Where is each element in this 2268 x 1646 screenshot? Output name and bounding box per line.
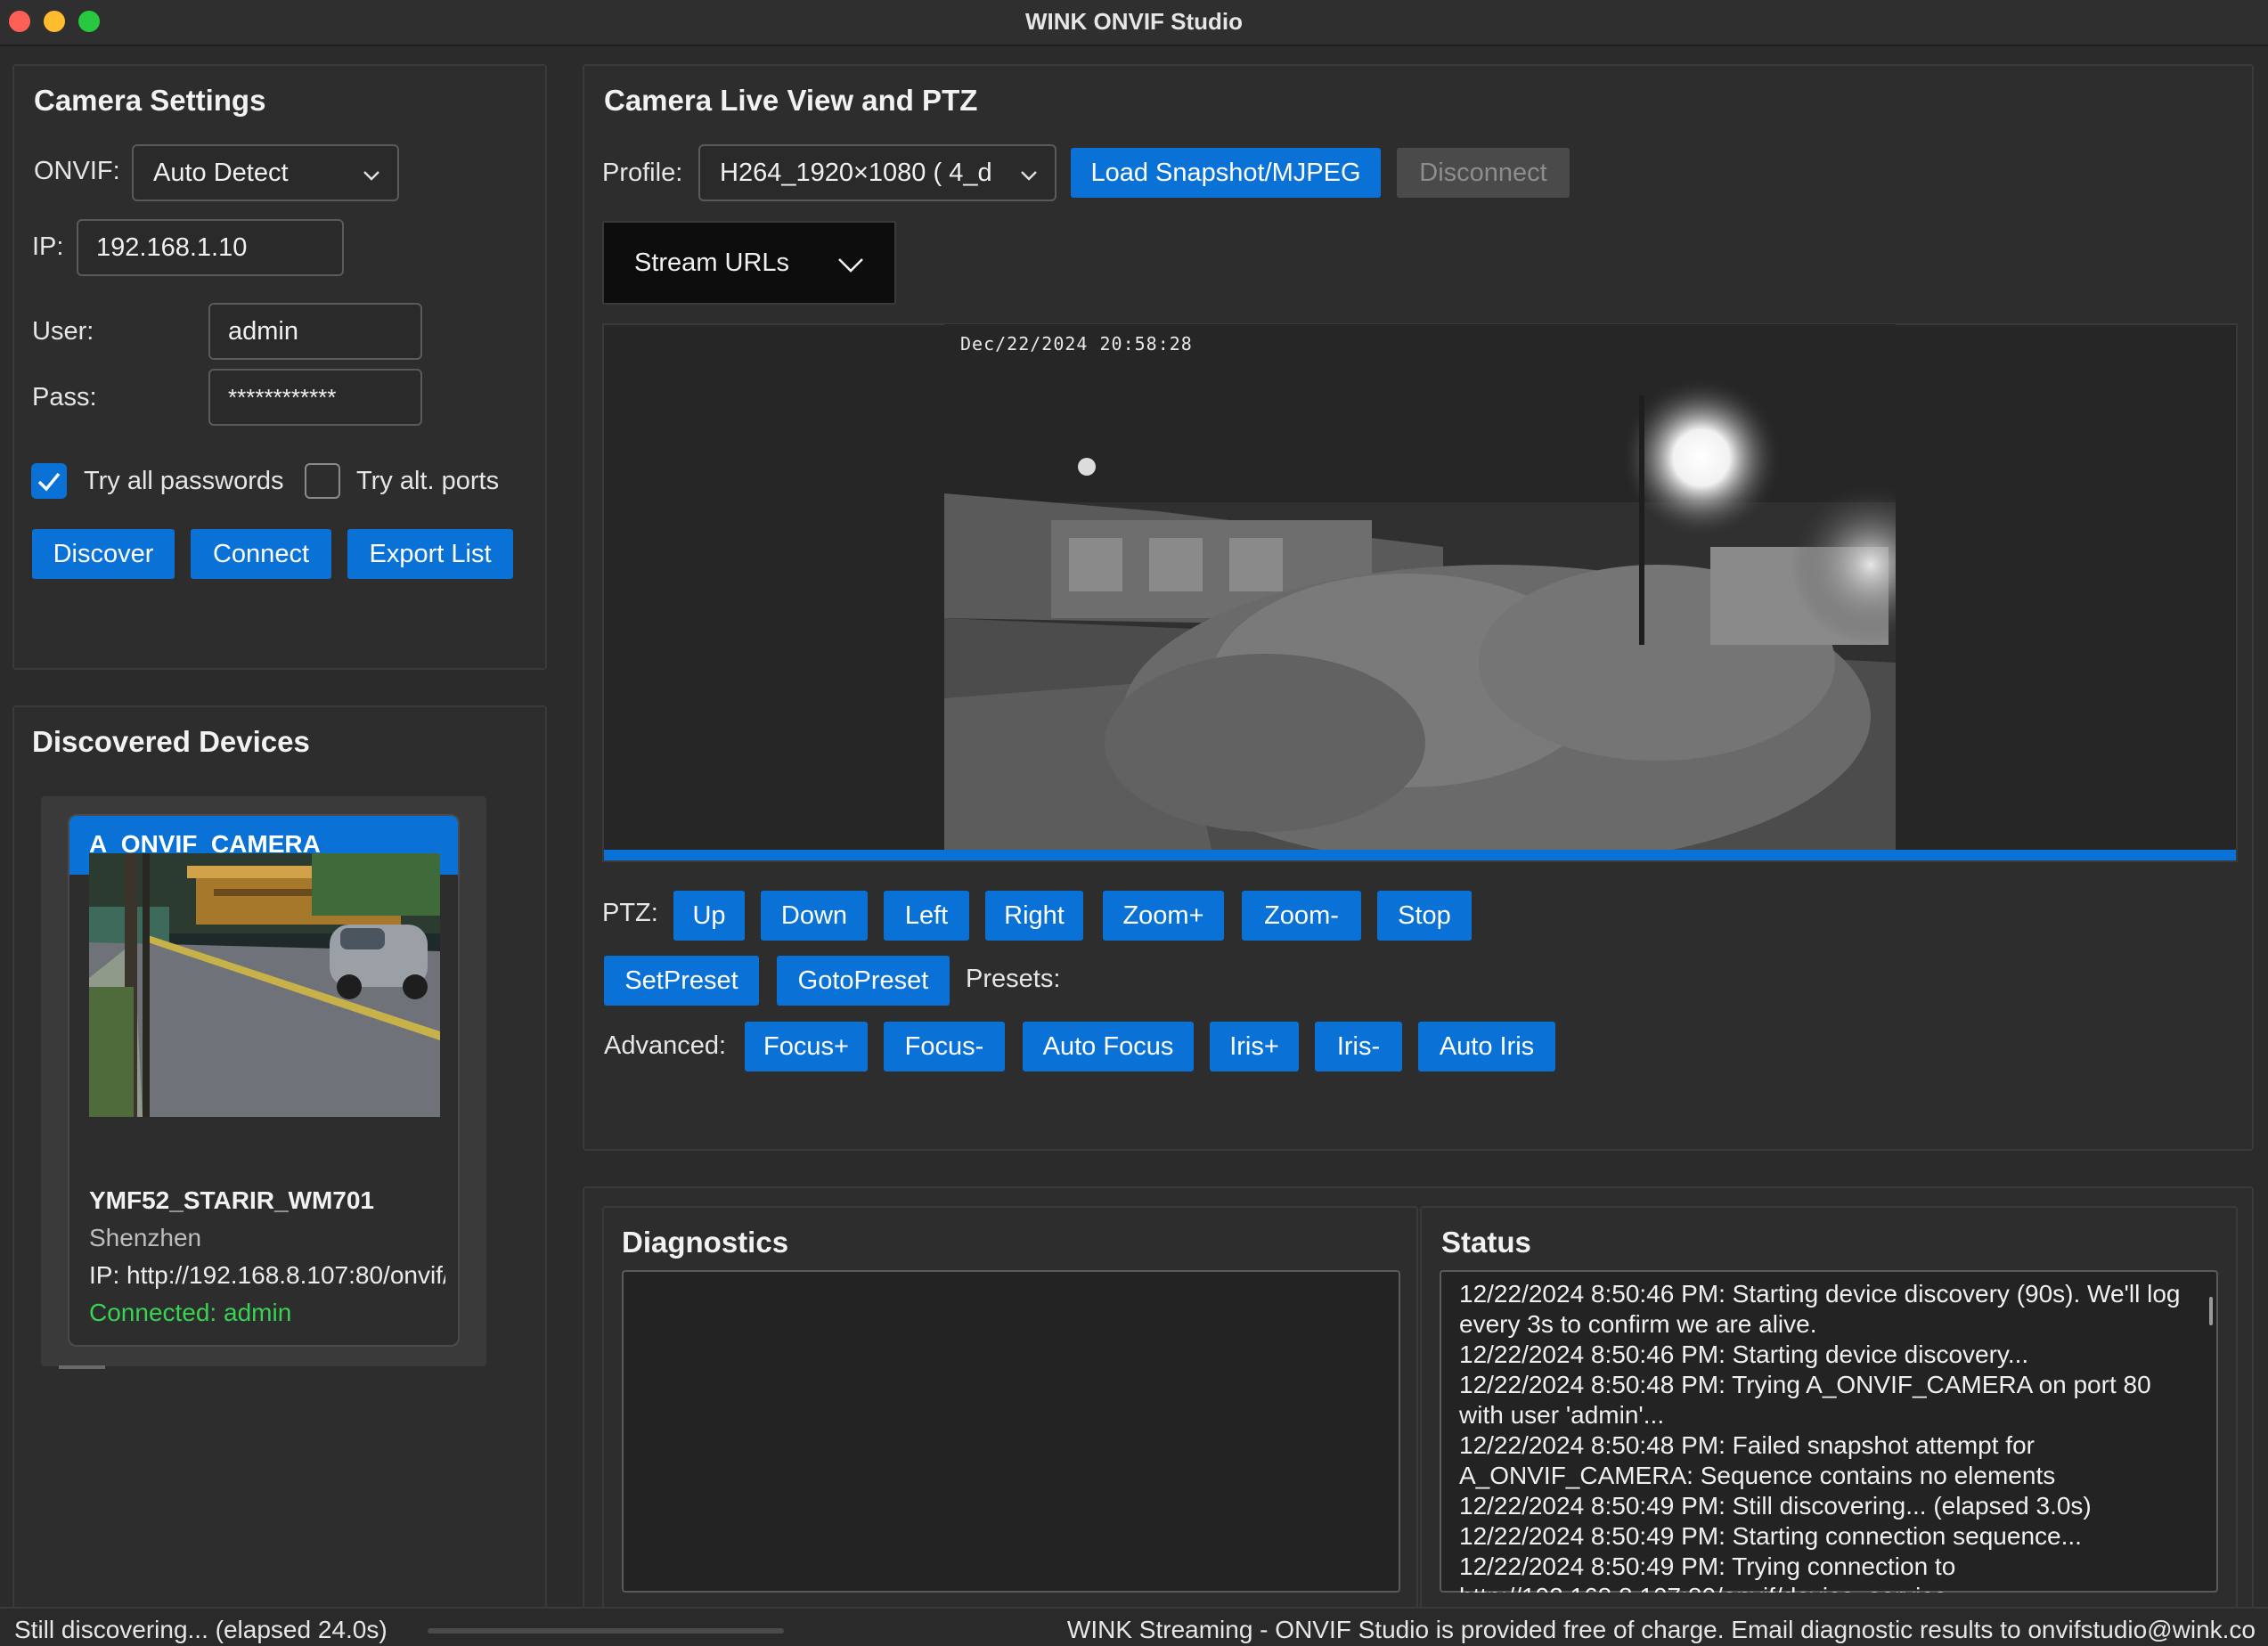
status-log-line: 12/22/2024 8:50:48 PM: Trying A_ONVIF_CA…: [1459, 1371, 2151, 1429]
device-thumbnail-image: [89, 853, 440, 1117]
camera-settings-title: Camera Settings: [34, 84, 266, 117]
device-thumbnail: [89, 853, 440, 1117]
ip-label: IP:: [32, 232, 64, 261]
horizontal-scrollbar-thumb[interactable]: [59, 1365, 105, 1369]
load-snapshot-button[interactable]: Load Snapshot/MJPEG: [1071, 148, 1381, 198]
stream-urls-dropdown[interactable]: Stream URLs: [602, 221, 896, 305]
chevron-down-icon: [1021, 171, 1037, 181]
status-log-line: 12/22/2024 8:50:46 PM: Starting device d…: [1459, 1280, 2181, 1338]
diagnostics-title: Diagnostics: [622, 1226, 789, 1259]
iris-out-button[interactable]: Iris-: [1315, 1022, 1402, 1072]
diagnostics-textbox[interactable]: [622, 1270, 1400, 1593]
profile-label: Profile:: [602, 159, 683, 187]
camera-frame-image: [944, 324, 1896, 850]
try-alt-ports-label: Try alt. ports: [356, 467, 500, 495]
chevron-down-icon: [363, 171, 379, 181]
status-log-line: 12/22/2024 8:50:48 PM: Failed snapshot a…: [1459, 1431, 2056, 1489]
onvif-version-select[interactable]: Auto Detect: [132, 144, 399, 201]
ptz-zoom-out-button[interactable]: Zoom-: [1242, 891, 1361, 941]
ptz-label: PTZ:: [602, 899, 658, 927]
onvif-version-value: Auto Detect: [153, 158, 289, 187]
device-status-label: Connected:: [89, 1299, 217, 1326]
device-ip-label: IP:: [89, 1261, 120, 1289]
connect-button[interactable]: Connect: [191, 529, 331, 579]
focus-out-button[interactable]: Focus-: [884, 1022, 1005, 1072]
password-input[interactable]: ************: [208, 369, 422, 426]
stream-urls-label: Stream URLs: [634, 248, 790, 277]
auto-focus-button[interactable]: Auto Focus: [1023, 1022, 1194, 1072]
status-log: 12/22/2024 8:50:46 PM: Starting device d…: [1459, 1279, 2199, 1593]
device-model: YMF52_STARIR_WM701: [89, 1186, 375, 1214]
onvif-label: ONVIF:: [34, 157, 120, 185]
user-input[interactable]: admin: [208, 303, 422, 360]
ptz-down-button[interactable]: Down: [761, 891, 868, 941]
video-progress-bar: [604, 850, 2236, 860]
status-bar: Still discovering... (elapsed 24.0s) WIN…: [0, 1607, 2268, 1646]
ptz-left-button[interactable]: Left: [884, 891, 969, 941]
user-label: User:: [32, 317, 94, 346]
presets-label: Presets:: [966, 965, 1061, 993]
live-view-title: Camera Live View and PTZ: [604, 84, 978, 117]
try-all-passwords-checkbox[interactable]: [31, 463, 67, 499]
status-log-line: 12/22/2024 8:50:49 PM: Still discovering…: [1459, 1492, 2092, 1520]
status-log-line: 12/22/2024 8:50:46 PM: Starting device d…: [1459, 1340, 2029, 1368]
window-title: WINK ONVIF Studio: [1024, 8, 1244, 35]
export-list-button[interactable]: Export List: [347, 529, 513, 579]
status-title: Status: [1441, 1226, 1531, 1259]
auto-iris-button[interactable]: Auto Iris: [1418, 1022, 1555, 1072]
discover-button[interactable]: Discover: [32, 529, 175, 579]
advanced-label: Advanced:: [604, 1031, 727, 1060]
ptz-right-button[interactable]: Right: [985, 891, 1083, 941]
ptz-stop-button[interactable]: Stop: [1377, 891, 1472, 941]
pass-label: Pass:: [32, 383, 97, 412]
title-bar: WINK ONVIF Studio: [0, 0, 2268, 46]
osd-timestamp: Dec/22/2024 20:58:28: [960, 333, 1193, 354]
goto-preset-button[interactable]: GotoPreset: [777, 956, 950, 1006]
disconnect-button[interactable]: Disconnect: [1397, 148, 1570, 198]
discovery-progress-bar: [428, 1628, 784, 1634]
device-ip-value: http://192.168.8.107:80/onvif/device_ser…: [126, 1261, 445, 1289]
ip-input[interactable]: 192.168.1.10: [77, 219, 344, 276]
camera-live-image: Dec/22/2024 20:58:28: [944, 324, 1896, 850]
status-log-line: 12/22/2024 8:50:49 PM: Starting connecti…: [1459, 1522, 2082, 1550]
try-all-passwords-label: Try all passwords: [84, 467, 284, 495]
checkmark-icon: [37, 472, 61, 492]
device-vendor: Shenzhen: [89, 1224, 202, 1251]
device-status-user: admin: [224, 1299, 292, 1326]
chevron-down-icon: [838, 258, 863, 273]
ptz-up-button[interactable]: Up: [673, 891, 745, 941]
try-alt-ports-checkbox[interactable]: [305, 463, 340, 499]
device-card[interactable]: A_ONVIF_CAMERA YMF52_STARIR_WM701 Shenzh…: [68, 814, 460, 1347]
status-bar-info: WINK Streaming - ONVIF Studio is provide…: [1066, 1616, 2256, 1643]
device-connection-status: Connected: admin: [89, 1299, 291, 1327]
status-log-line: 12/22/2024 8:50:49 PM: Trying connection…: [1459, 1552, 1956, 1593]
discovered-devices-title: Discovered Devices: [32, 725, 310, 758]
status-scrollbar-thumb[interactable]: [2209, 1297, 2213, 1325]
set-preset-button[interactable]: SetPreset: [604, 956, 759, 1006]
ptz-zoom-in-button[interactable]: Zoom+: [1103, 891, 1224, 941]
profile-select[interactable]: H264_1920×1080 ( 4_d: [698, 144, 1056, 201]
focus-in-button[interactable]: Focus+: [745, 1022, 868, 1072]
device-ip: IP: http://192.168.8.107:80/onvif/device…: [89, 1261, 445, 1290]
status-bar-message: Still discovering... (elapsed 24.0s): [14, 1616, 388, 1643]
profile-value: H264_1920×1080 ( 4_d: [720, 158, 992, 187]
iris-in-button[interactable]: Iris+: [1210, 1022, 1299, 1072]
